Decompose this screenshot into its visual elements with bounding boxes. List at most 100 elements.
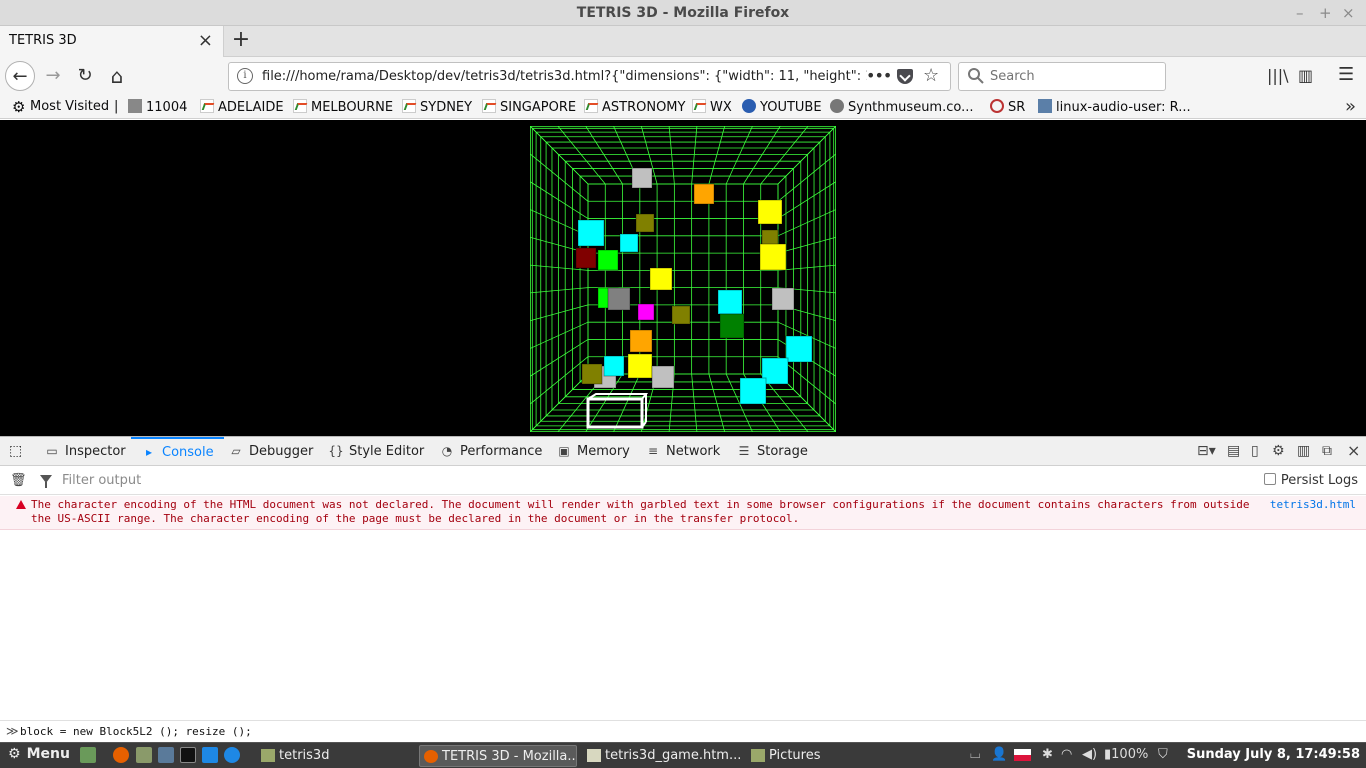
clock[interactable]: Sunday July 8, 17:49:58	[1187, 747, 1360, 762]
tab-storage[interactable]: ☰ Storage	[736, 437, 808, 466]
console-toolbar: 🗑 Filter output Persist Logs	[0, 467, 1366, 495]
taskbar-window-text-editor[interactable]: tetris3d_game.htm...	[583, 745, 743, 767]
tetris-block	[627, 353, 653, 379]
taskbar-window-firefox[interactable]: TETRIS 3D - Mozilla...	[419, 745, 577, 767]
volume-icon[interactable]: ◀)	[1082, 747, 1097, 762]
forward-button[interactable]: →	[38, 61, 68, 91]
poland-flag-icon[interactable]	[1014, 749, 1031, 761]
bookmarks-overflow-icon[interactable]: »	[1345, 96, 1356, 117]
storage-icon: ☰	[738, 444, 750, 458]
bluetooth-icon[interactable]: ✱	[1042, 747, 1053, 762]
console-input-line[interactable]: ≫ block = new Block5L2 (); resize ();	[0, 720, 1366, 742]
keyboard-layout-icon[interactable]: ⌴	[970, 747, 980, 762]
persist-logs-checkbox[interactable]: Persist Logs	[1263, 473, 1358, 488]
bookmark-label: WX	[710, 100, 732, 115]
firefox-launcher-icon[interactable]	[113, 747, 129, 763]
bookmark-star-icon[interactable]: ☆	[923, 65, 939, 86]
show-desktop-icon[interactable]	[80, 747, 96, 763]
bookmark-label: 11004	[146, 100, 188, 115]
wifi-icon[interactable]: ◠	[1061, 747, 1072, 762]
library-icon[interactable]: |||\	[1267, 66, 1289, 85]
new-tab-button[interactable]: +	[230, 27, 252, 52]
search-input[interactable]: Search	[990, 69, 1035, 84]
split-console-icon[interactable]: ▤	[1227, 443, 1240, 459]
close-tab-icon[interactable]: ×	[198, 30, 213, 51]
tetris-block	[635, 213, 655, 233]
start-menu-button[interactable]: ⚙ Menu	[8, 746, 70, 762]
bookmark-melbourne[interactable]: MELBOURNE	[293, 99, 393, 115]
skype-alt-launcher-icon[interactable]	[224, 747, 240, 763]
maximize-button[interactable]: +	[1319, 0, 1332, 26]
taskbar-window-tetris3d-folder[interactable]: tetris3d	[257, 745, 417, 767]
url-bar[interactable]: i file:///home/rama/Desktop/dev/tetris3d…	[228, 62, 951, 91]
error-text: The character encoding of the HTML docum…	[31, 498, 1250, 525]
linux-icon	[1038, 99, 1052, 113]
bookmark-astronomy[interactable]: ASTRONOMY	[584, 99, 685, 115]
pocket-icon[interactable]	[897, 69, 913, 84]
bookmark-sr[interactable]: SR	[990, 99, 1025, 115]
weather-icon	[692, 99, 706, 113]
back-button[interactable]: ←	[5, 61, 35, 91]
tetris-game-canvas[interactable]	[530, 126, 836, 432]
url-input[interactable]: file:///home/rama/Desktop/dev/tetris3d/t…	[262, 69, 867, 84]
dock-side-icon[interactable]: ▥	[1297, 443, 1310, 459]
close-devtools-icon[interactable]: ×	[1347, 441, 1360, 460]
bookmark-singapore[interactable]: SINGAPORE	[482, 99, 576, 115]
close-window-button[interactable]: ×	[1342, 0, 1355, 26]
tab-label: Style Editor	[349, 444, 425, 459]
dock-layout-icon[interactable]: ⊟▾	[1197, 443, 1216, 459]
window-title: TETRIS 3D - Mozilla Firefox	[576, 5, 790, 21]
bookmark-sydney[interactable]: SYDNEY	[402, 99, 472, 115]
window-label: TETRIS 3D - Mozilla...	[442, 749, 577, 764]
bookmark-wx[interactable]: WX	[692, 99, 732, 115]
tab-style-editor[interactable]: {} Style Editor	[328, 437, 424, 466]
tab-performance[interactable]: ◔ Performance	[439, 437, 543, 466]
bookmark-adelaide[interactable]: ADELAIDE	[200, 99, 284, 115]
error-source-link[interactable]: tetris3d.html	[1270, 498, 1356, 511]
user-icon[interactable]: 👤	[991, 747, 1007, 762]
sr-icon	[990, 99, 1004, 113]
tab-network[interactable]: ≡ Network	[645, 437, 720, 466]
home-button[interactable]: ⌂	[102, 61, 132, 91]
bookmark-synthmuseum[interactable]: Synthmuseum.co...	[830, 99, 974, 115]
minimize-button[interactable]: –	[1296, 0, 1304, 26]
settings-launcher-icon[interactable]	[158, 747, 174, 763]
tab-memory[interactable]: ▣ Memory	[556, 437, 630, 466]
search-bar[interactable]: Search	[958, 62, 1166, 91]
site-info-icon[interactable]: i	[237, 68, 253, 84]
hamburger-menu-icon[interactable]: ☰	[1338, 64, 1354, 85]
page-actions-icon[interactable]: •••	[866, 66, 892, 85]
bookmark-youtube[interactable]: YOUTUBE	[742, 99, 822, 115]
sidebar-icon[interactable]: ▥	[1298, 66, 1313, 85]
tetris-block	[671, 305, 691, 325]
settings-gear-icon[interactable]: ⚙	[1272, 443, 1285, 459]
tab-console[interactable]: ▸ Console	[131, 437, 224, 466]
tab-inspector[interactable]: ▭ Inspector	[44, 437, 126, 466]
tab-label: Inspector	[65, 444, 126, 459]
bookmark-label: Synthmuseum.co...	[848, 100, 974, 115]
filter-output-input[interactable]: Filter output	[62, 473, 141, 488]
console-input[interactable]: block = new Block5L2 (); resize ();	[20, 725, 252, 738]
undock-window-icon[interactable]: ⧉	[1322, 443, 1332, 459]
bookmark-linux-audio-user[interactable]: linux-audio-user: R...	[1038, 99, 1191, 115]
tab-debugger[interactable]: ▱ Debugger	[228, 437, 313, 466]
element-picker-icon[interactable]: ⬚	[9, 437, 22, 466]
battery-indicator[interactable]: ▮100%	[1104, 747, 1148, 762]
persist-logs-label: Persist Logs	[1280, 473, 1358, 488]
bookmark-11004[interactable]: 11004	[128, 99, 187, 115]
clear-console-icon[interactable]: 🗑	[10, 473, 27, 488]
debugger-icon: ▱	[231, 444, 241, 458]
responsive-design-icon[interactable]: ▯	[1251, 443, 1259, 459]
terminal-launcher-icon[interactable]	[180, 747, 196, 763]
bookmark-most-visited[interactable]: ⚙ Most Visited	[12, 99, 109, 115]
bookmark-label: SR	[1008, 100, 1026, 115]
tab-tetris3d[interactable]: TETRIS 3D ×	[0, 26, 224, 57]
security-shield-icon[interactable]: ⛉	[1158, 747, 1168, 762]
folder-icon	[261, 749, 275, 762]
taskbar-window-pictures[interactable]: Pictures	[747, 745, 903, 767]
skype-launcher-icon[interactable]	[202, 747, 218, 763]
text-editor-icon	[587, 749, 601, 762]
bookmark-label: ASTRONOMY	[602, 100, 686, 115]
files-launcher-icon[interactable]	[136, 747, 152, 763]
reload-button[interactable]: ↻	[70, 61, 100, 91]
